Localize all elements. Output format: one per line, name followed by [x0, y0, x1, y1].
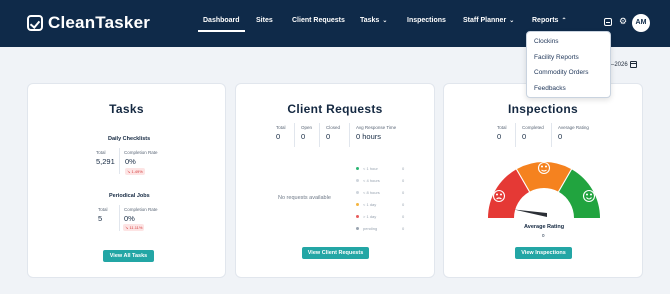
nav-staff-planner-label: Staff Planner: [463, 17, 507, 24]
chevron-up-icon: ⌃: [561, 18, 567, 24]
client-requests-title: Client Requests: [287, 102, 383, 116]
average-rating-label: Average Rating: [524, 224, 565, 230]
periodical-jobs-heading: Periodical Jobs: [109, 193, 150, 199]
legend-value: 0: [402, 166, 405, 171]
divider: [349, 123, 350, 147]
periodical-rate-value: 0%: [124, 214, 135, 223]
legend-value: 0: [402, 178, 405, 183]
cr-closed-value: 0: [326, 132, 331, 141]
view-inspections-button[interactable]: View Inspections: [515, 247, 572, 259]
divider: [119, 148, 120, 174]
gauge-needle: [514, 209, 547, 217]
legend-value: 0: [402, 202, 405, 207]
periodical-total-value: 5: [98, 214, 103, 223]
nav-tasks[interactable]: Tasks ⌄: [360, 17, 387, 24]
inbox-icon[interactable]: [604, 18, 612, 26]
menu-item-commodity-orders[interactable]: Commodity Orders: [534, 69, 589, 76]
calendar-icon[interactable]: [630, 61, 637, 68]
daily-rate-label: Completion Rate: [124, 150, 158, 155]
divider: [119, 205, 120, 231]
brand-name: CleanTasker: [48, 13, 151, 32]
client-requests-card: Client Requests Total 0 Open 0 Closed 0 …: [235, 83, 435, 278]
legend-label: < 8 hours: [363, 190, 380, 195]
legend-value: 0: [402, 214, 405, 219]
daily-checklists-heading: Daily Checklists: [108, 136, 151, 142]
insp-total-value: 0: [497, 132, 502, 141]
menu-item-clockins[interactable]: Clockins: [534, 38, 559, 45]
cr-open-label: Open: [301, 125, 313, 130]
legend-dot: [356, 203, 359, 206]
menu-item-feedbacks[interactable]: Feedbacks: [534, 85, 566, 92]
legend-dot: [356, 227, 359, 230]
nav-dashboard[interactable]: Dashboard: [198, 17, 245, 32]
periodical-rate-label: Completion Rate: [124, 207, 158, 212]
legend-value: 0: [402, 190, 405, 195]
avatar[interactable]: AM: [632, 14, 650, 32]
cr-avg-response-value: 0 hours: [356, 132, 382, 141]
daily-total-label: Total: [96, 150, 106, 155]
average-rating-value: 0: [542, 233, 545, 238]
reports-dropdown: Clockins Facility Reports Commodity Orde…: [526, 31, 611, 98]
chevron-down-icon: ⌄: [509, 18, 515, 24]
nav-reports-label: Reports: [532, 17, 559, 24]
brand[interactable]: CleanTasker: [27, 13, 150, 33]
insp-avg-rating-value: 0: [558, 132, 563, 141]
view-client-requests-button[interactable]: View Client Requests: [302, 247, 369, 259]
nav-sites[interactable]: Sites: [256, 17, 273, 24]
legend-dot: [356, 179, 359, 182]
nav-staff-planner[interactable]: Staff Planner ⌄: [463, 17, 514, 24]
periodical-trend-badge: ↘ 11.11%: [123, 224, 145, 231]
inspections-title: Inspections: [508, 102, 578, 116]
legend-label: < 1 day: [363, 202, 377, 207]
inspections-card: Inspections Total 0 Completed 0 Average …: [443, 83, 643, 278]
nav-client-requests[interactable]: Client Requests: [292, 17, 345, 24]
menu-item-facility-reports[interactable]: Facility Reports: [534, 54, 579, 61]
cr-open-value: 0: [301, 132, 306, 141]
date-range-text[interactable]: –2026: [611, 62, 628, 68]
divider: [294, 123, 295, 147]
legend-label: < 4 hours: [363, 178, 380, 183]
rating-gauge: [488, 161, 600, 218]
periodical-total-label: Total: [98, 207, 108, 212]
chevron-down-icon: ⌄: [382, 18, 388, 24]
gear-icon[interactable]: ⚙: [619, 17, 627, 26]
divider: [551, 123, 552, 147]
daily-rate-value: 0%: [125, 157, 136, 166]
legend-label: pending: [363, 226, 378, 231]
cr-total-value: 0: [276, 132, 281, 141]
nav-reports[interactable]: Reports ⌃: [532, 17, 566, 24]
daily-total-value: 5,291: [96, 157, 115, 166]
no-requests-text: No requests available: [278, 195, 331, 201]
divider: [319, 123, 320, 147]
tasks-title: Tasks: [109, 102, 144, 116]
insp-completed-label: Completed: [522, 125, 544, 130]
legend-label: > 1 day: [363, 214, 377, 219]
view-all-tasks-button[interactable]: View All Tasks: [103, 250, 154, 262]
legend-dot: [356, 167, 359, 170]
nav-inspections[interactable]: Inspections: [407, 17, 446, 24]
nav-tasks-label: Tasks: [360, 17, 380, 24]
legend-label: < 1 hour: [363, 166, 378, 171]
cr-total-label: Total: [276, 125, 286, 130]
insp-completed-value: 0: [522, 132, 527, 141]
insp-total-label: Total: [497, 125, 507, 130]
tasks-card: Tasks Daily Checklists Total 5,291 Compl…: [27, 83, 226, 278]
insp-avg-rating-label: Average Rating: [558, 125, 589, 130]
cr-avg-response-label: Avg Response Time: [356, 125, 397, 130]
cr-closed-label: Closed: [326, 125, 341, 130]
brand-logo-icon: [27, 15, 43, 31]
divider: [515, 123, 516, 147]
legend-dot: [356, 191, 359, 194]
daily-trend-badge: ↘ 1.49%: [125, 168, 145, 175]
legend-value: 0: [402, 226, 405, 231]
legend-dot: [356, 215, 359, 218]
